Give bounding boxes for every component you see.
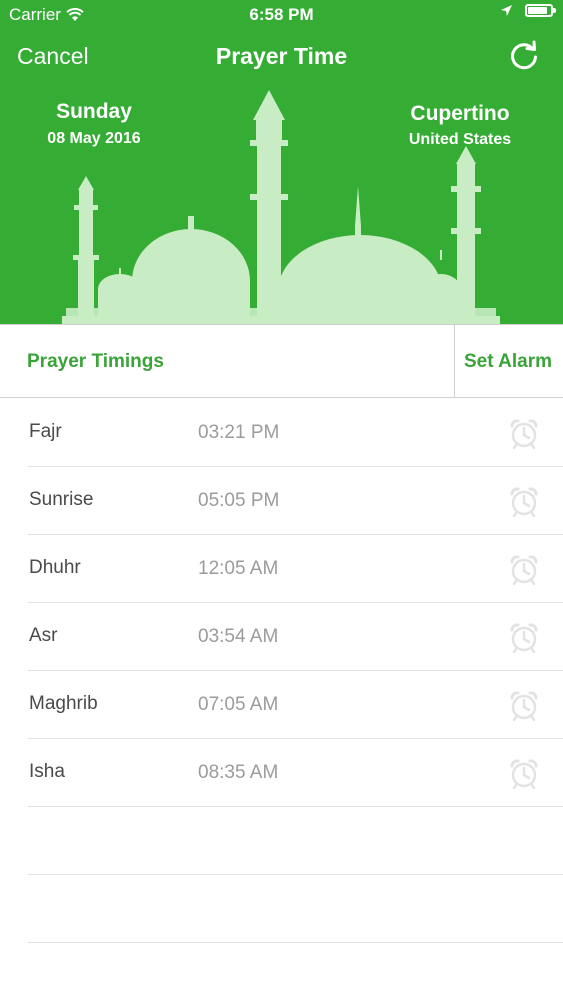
- prayer-time: 08:35 AM: [198, 762, 279, 783]
- prayer-timings-label: Prayer Timings: [27, 351, 164, 372]
- empty-row: [28, 807, 563, 875]
- header-banner: Sunday 08 May 2016 Cupertino United Stat…: [0, 86, 563, 324]
- battery-icon: [525, 4, 556, 17]
- battery-level: [528, 7, 547, 14]
- empty-row: [28, 875, 563, 943]
- cancel-button[interactable]: Cancel: [17, 43, 89, 70]
- refresh-icon[interactable]: [507, 40, 541, 74]
- prayer-name: Sunrise: [29, 489, 94, 510]
- location-arrow-icon: [501, 5, 512, 16]
- prayer-row[interactable]: Isha 08:35 AM: [28, 739, 563, 807]
- prayer-name: Dhuhr: [29, 557, 81, 578]
- day-label: Sunday: [56, 100, 132, 123]
- location-block: Cupertino United States: [380, 102, 540, 149]
- prayer-time: 03:21 PM: [198, 422, 280, 443]
- alarm-clock-icon[interactable]: [508, 757, 540, 789]
- alarm-clock-icon[interactable]: [508, 417, 540, 449]
- country-label: United States: [408, 131, 512, 148]
- set-alarm-button[interactable]: Set Alarm: [464, 351, 552, 373]
- prayer-row[interactable]: Asr 03:54 AM: [28, 603, 563, 671]
- prayer-row[interactable]: Dhuhr 12:05 AM: [28, 535, 563, 603]
- section-divider: [454, 325, 455, 398]
- alarm-clock-icon[interactable]: [508, 485, 540, 517]
- prayer-time: 12:05 AM: [198, 558, 279, 579]
- prayer-row[interactable]: Fajr 03:21 PM: [28, 399, 563, 467]
- date-label: 08 May 2016: [47, 130, 141, 147]
- prayer-list: Fajr 03:21 PM Sunrise 05:05 PM Dhuhr 12:05 AM…: [0, 399, 563, 943]
- city-label: Cupertino: [410, 102, 510, 125]
- prayer-time: 07:05 AM: [198, 694, 279, 715]
- prayer-name: Isha: [29, 761, 65, 782]
- section-header: Prayer Timings Set Alarm: [0, 324, 563, 398]
- date-block: Sunday 08 May 2016: [0, 100, 188, 148]
- prayer-name: Maghrib: [29, 693, 98, 714]
- status-time: 6:58 PM: [249, 5, 314, 24]
- prayer-name: Fajr: [29, 421, 62, 442]
- prayer-row[interactable]: Sunrise 05:05 PM: [28, 467, 563, 535]
- prayer-row[interactable]: Maghrib 07:05 AM: [28, 671, 563, 739]
- status-bar: Carrier 6:58 PM: [0, 0, 563, 28]
- alarm-clock-icon[interactable]: [508, 689, 540, 721]
- alarm-clock-icon[interactable]: [508, 553, 540, 585]
- nav-bar: Cancel Prayer Time: [0, 28, 563, 86]
- prayer-name: Asr: [29, 625, 58, 646]
- prayer-time: 03:54 AM: [198, 626, 279, 647]
- prayer-time: 05:05 PM: [198, 490, 280, 511]
- status-right: [500, 4, 556, 17]
- alarm-clock-icon[interactable]: [508, 621, 540, 653]
